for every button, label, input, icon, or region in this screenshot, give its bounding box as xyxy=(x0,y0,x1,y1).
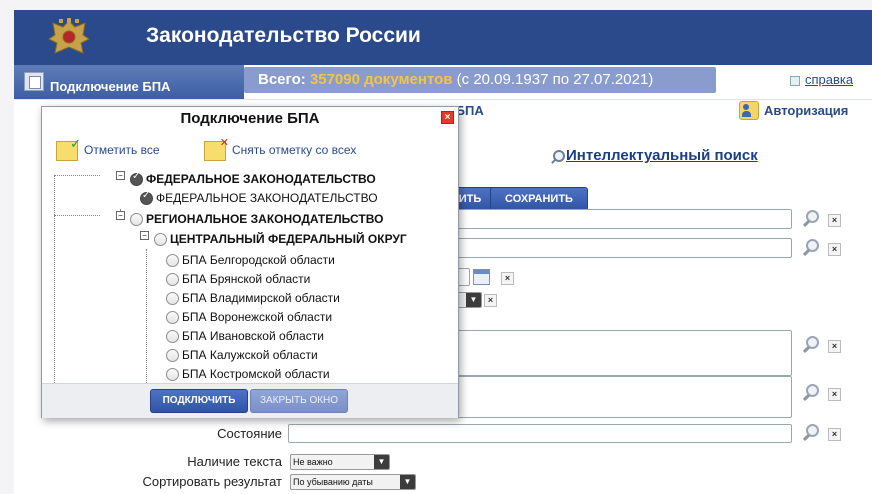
tree-checkbox[interactable] xyxy=(166,349,179,362)
app-title: Законодательство России xyxy=(146,24,421,47)
tree-checkbox[interactable] xyxy=(130,171,143,186)
sort-label: Сортировать результат xyxy=(142,474,282,489)
total-count: 357090 документов xyxy=(309,71,453,88)
connection-tab-label: Подключение БПА xyxy=(50,79,171,94)
sub-bar: Подключение БПА Всего: 357090 документов… xyxy=(14,65,872,100)
tree-checkbox[interactable] xyxy=(130,213,143,226)
total-label: Всего: xyxy=(258,71,306,88)
tree-collapse-icon[interactable]: − xyxy=(116,211,125,220)
help-link[interactable]: справка xyxy=(790,72,853,87)
clear-icon[interactable]: × xyxy=(501,272,514,285)
user-icon xyxy=(739,101,759,120)
dialog-title: Подключение БПА xyxy=(180,110,320,127)
tree-checkbox[interactable] xyxy=(140,190,153,205)
tree-checkbox[interactable] xyxy=(154,233,167,246)
total-range: (с 20.09.1937 по 27.07.2021) xyxy=(456,71,654,88)
tree-collapse-icon[interactable]: − xyxy=(116,171,125,180)
tree-checkbox[interactable] xyxy=(166,311,179,324)
tree-checkbox[interactable] xyxy=(166,292,179,305)
documents-icon xyxy=(24,72,44,91)
dialog-footer: ПОДКЛЮЧИТЬ ЗАКРЫТЬ ОКНО xyxy=(42,383,458,418)
status-label: Состояние xyxy=(217,426,282,441)
bpa-tree: − ФЕДЕРАЛЬНОЕ ЗАКОНОДАТЕЛЬСТВО ФЕДЕРАЛЬН… xyxy=(50,169,446,383)
tree-checkbox[interactable] xyxy=(166,368,179,381)
connection-tab[interactable]: Подключение БПА xyxy=(14,65,244,99)
tree-item-label: БПА Воронежской области xyxy=(182,310,333,324)
document-total: Всего: 357090 документов (с 20.09.1937 п… xyxy=(258,71,653,88)
close-window-button[interactable]: ЗАКРЫТЬ ОКНО xyxy=(250,389,348,413)
search-icon[interactable] xyxy=(802,210,819,226)
text-field-1[interactable] xyxy=(434,209,792,229)
search-icon[interactable] xyxy=(802,384,819,400)
site-header: Законодательство России xyxy=(14,10,872,65)
smart-search-link[interactable]: Интеллектуальный поиск xyxy=(566,147,758,164)
clear-icon[interactable]: × xyxy=(828,428,841,441)
connect-button[interactable]: ПОДКЛЮЧИТЬ xyxy=(150,389,248,413)
tree-item-label: БПА Брянской области xyxy=(182,272,311,286)
help-label: справка xyxy=(805,72,854,87)
tree-item-label: БПА Костромской области xyxy=(182,367,330,381)
close-icon[interactable]: × xyxy=(441,111,454,124)
search-icon[interactable] xyxy=(802,336,819,352)
tree-connector xyxy=(146,249,147,383)
clear-icon[interactable]: × xyxy=(828,243,841,256)
clear-icon[interactable]: × xyxy=(828,214,841,227)
tree-item-label: РЕГИОНАЛЬНОЕ ЗАКОНОДАТЕЛЬСТВО xyxy=(146,212,384,226)
tree-checkbox[interactable] xyxy=(166,273,179,286)
magnifier-icon xyxy=(550,150,565,164)
sort-value: По убыванию даты xyxy=(293,477,373,487)
chevron-down-icon: ▼ xyxy=(466,293,481,307)
tree-item-label: БПА Владимирской области xyxy=(182,291,340,305)
auth-link[interactable]: Авторизация xyxy=(764,103,848,118)
search-icon[interactable] xyxy=(802,424,819,440)
tree-connector xyxy=(54,215,100,216)
status-field[interactable] xyxy=(288,424,792,443)
chevron-down-icon: ▼ xyxy=(400,475,415,489)
text-presence-value: Не важно xyxy=(293,457,333,467)
textarea-1[interactable] xyxy=(434,330,792,376)
chevron-down-icon: ▼ xyxy=(374,455,389,469)
save-button[interactable]: СОХРАНИТЬ xyxy=(490,187,588,211)
tree-item-label: БПА Ивановской области xyxy=(182,329,324,343)
calendar-icon[interactable] xyxy=(473,269,490,285)
coat-of-arms-icon xyxy=(48,18,90,54)
check-all-icon[interactable] xyxy=(56,136,81,161)
tree-item-label: ФЕДЕРАЛЬНОЕ ЗАКОНОДАТЕЛЬСТВО xyxy=(156,191,378,205)
sort-select[interactable]: По убыванию даты ▼ xyxy=(290,474,416,490)
tree-collapse-icon[interactable]: − xyxy=(140,231,149,240)
tree-item-label: ФЕДЕРАЛЬНОЕ ЗАКОНОДАТЕЛЬСТВО xyxy=(146,172,376,186)
text-field-2[interactable] xyxy=(434,238,792,258)
uncheck-all-link[interactable]: Снять отметку со всех xyxy=(232,143,356,157)
check-all-link[interactable]: Отметить все xyxy=(84,143,160,157)
help-icon xyxy=(790,75,800,86)
clear-icon[interactable]: × xyxy=(484,294,497,307)
tree-connector xyxy=(54,175,55,383)
page: Законодательство России Подключение БПА … xyxy=(14,10,872,494)
clear-icon[interactable]: × xyxy=(828,388,841,401)
document-total-box: Всего: 357090 документов (с 20.09.1937 п… xyxy=(244,67,716,93)
text-presence-label: Наличие текста xyxy=(187,454,282,469)
text-presence-select[interactable]: Не важно ▼ xyxy=(290,454,390,470)
tree-checkbox[interactable] xyxy=(166,254,179,267)
uncheck-all-icon[interactable] xyxy=(204,136,229,161)
search-icon[interactable] xyxy=(802,239,819,255)
tree-checkbox[interactable] xyxy=(166,330,179,343)
tree-item-label: БПА Белгородской области xyxy=(182,253,335,267)
tree-item-label: ЦЕНТРАЛЬНЫЙ ФЕДЕРАЛЬНЫЙ ОКРУГ xyxy=(170,232,407,246)
clear-icon[interactable]: × xyxy=(828,340,841,353)
bpa-connection-dialog: Подключение БПА × Отметить все Снять отм… xyxy=(41,106,459,418)
tree-connector xyxy=(54,175,100,176)
tree-item-label: БПА Калужской области xyxy=(182,348,318,362)
